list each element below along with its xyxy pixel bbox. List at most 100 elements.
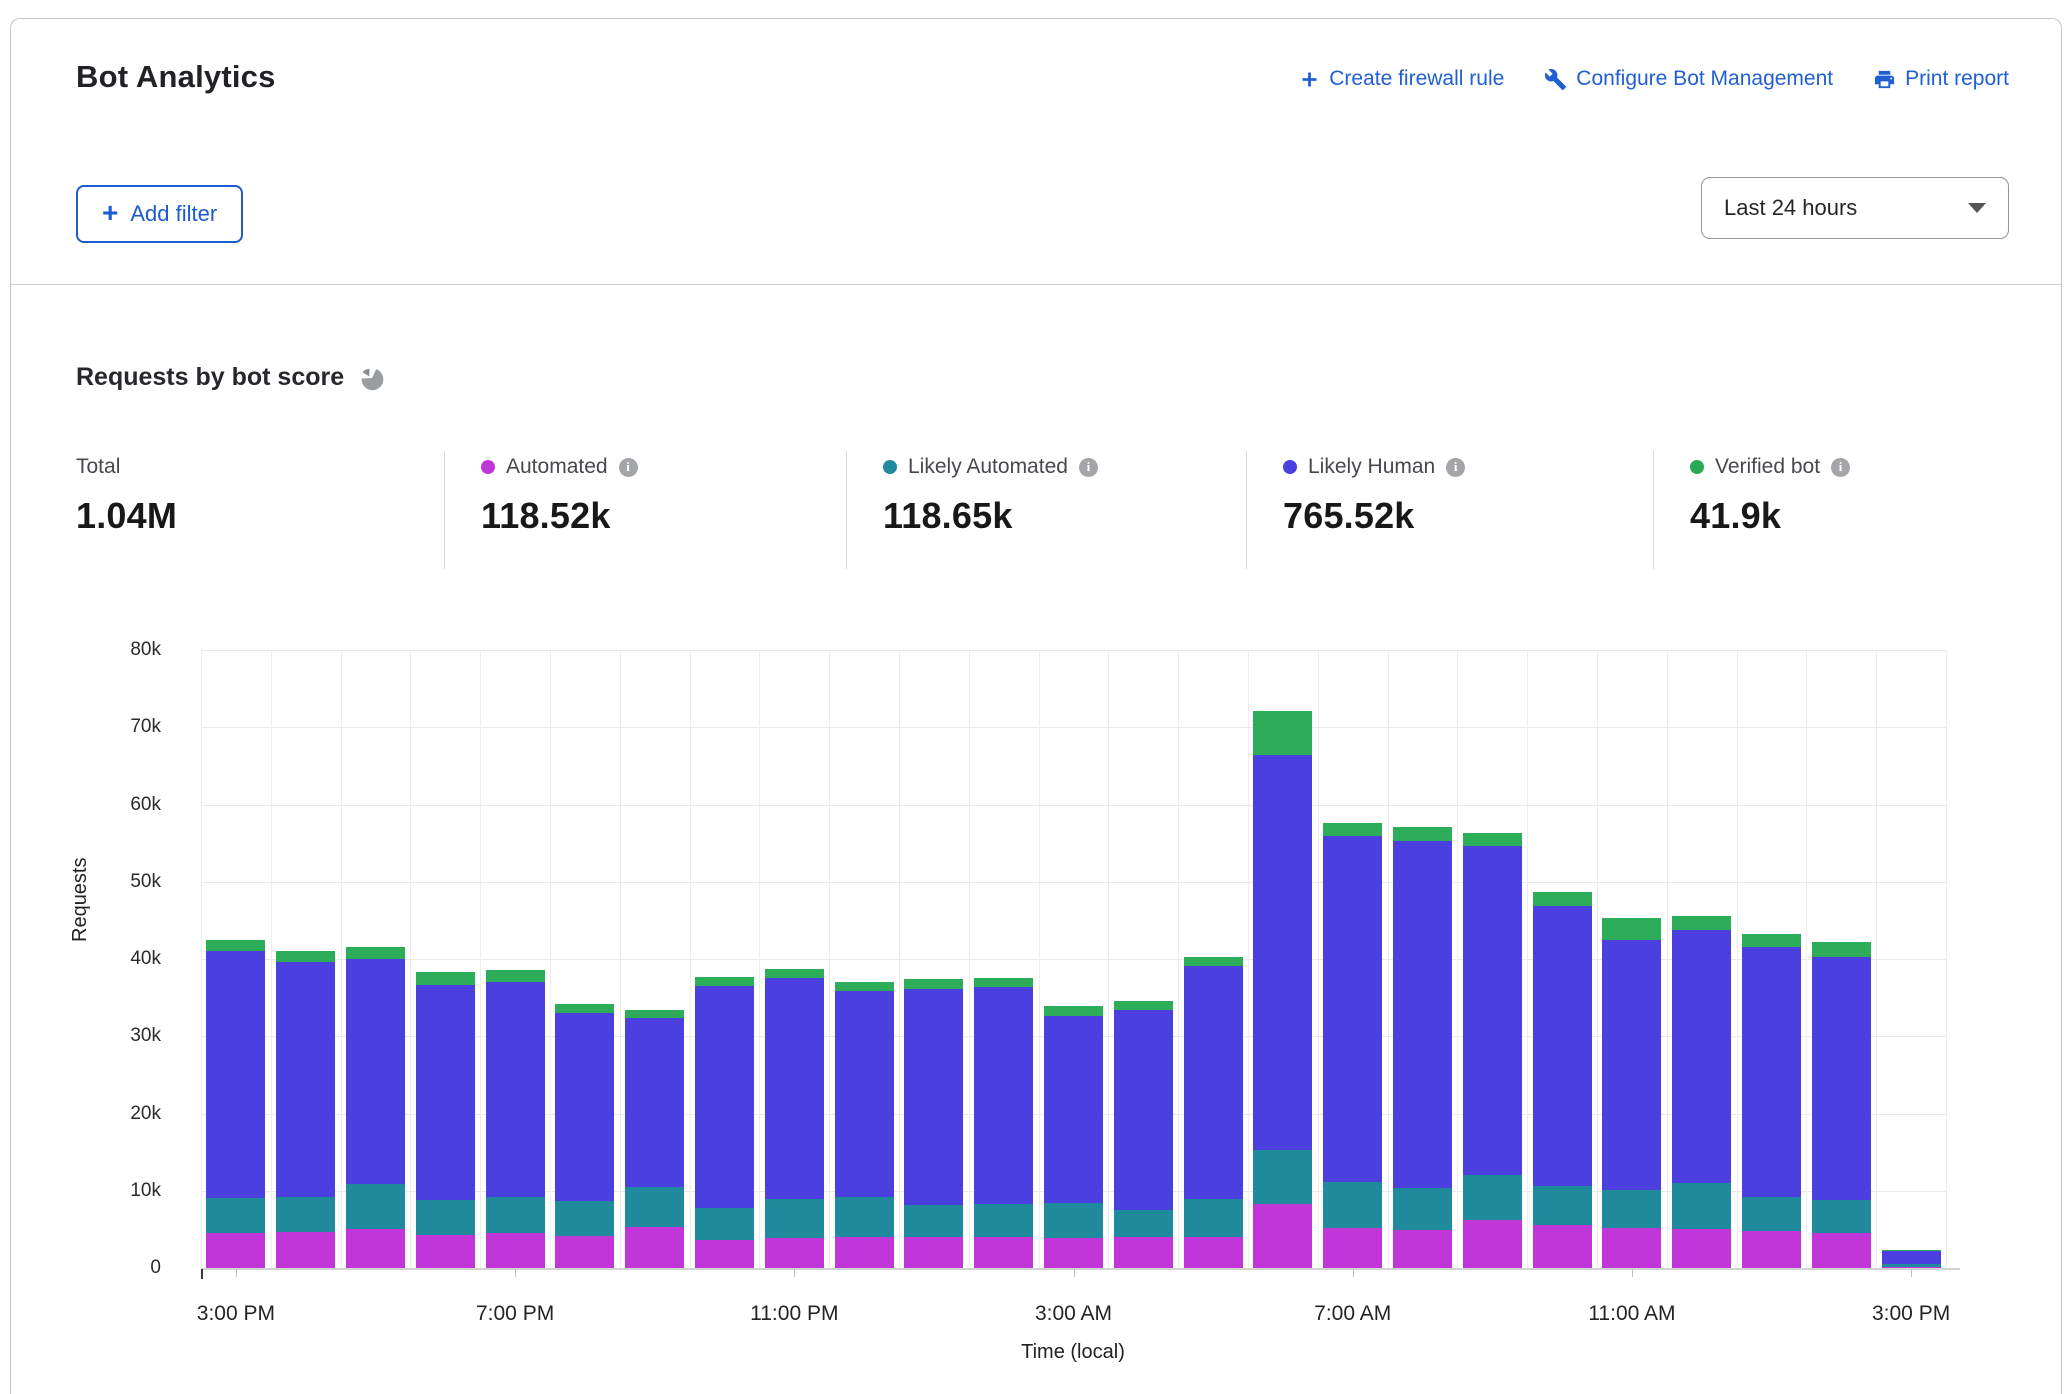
bar-segment-verified-bot	[1253, 711, 1312, 756]
x-tick-label: 3:00 AM	[1035, 1302, 1112, 1326]
stacked-bar[interactable]	[1812, 942, 1871, 1269]
stacked-bar[interactable]	[276, 951, 335, 1269]
x-tick-mark	[1632, 1269, 1633, 1277]
stacked-bar[interactable]	[486, 970, 545, 1269]
action-link-create-firewall-rule[interactable]: Create firewall rule	[1299, 67, 1504, 91]
chevron-down-icon	[1968, 203, 1986, 213]
stacked-bar[interactable]	[1114, 1001, 1173, 1269]
stacked-bar[interactable]	[974, 978, 1033, 1269]
stacked-bar[interactable]	[625, 1010, 684, 1269]
bar-segment-automated	[1323, 1228, 1382, 1269]
bar-segment-likely-human	[625, 1018, 684, 1187]
x-tick-label: 7:00 AM	[1314, 1302, 1391, 1326]
stat-value: 1.04M	[76, 495, 444, 537]
x-tick-mark	[1074, 1269, 1075, 1277]
bar-segment-likely-automated	[1253, 1150, 1312, 1204]
stat-label: Total	[76, 455, 120, 479]
bar-segment-automated	[1533, 1225, 1592, 1269]
bar-slot-2-00-pm	[1806, 651, 1876, 1269]
y-tick-label: 30k	[91, 1025, 161, 1047]
bar-segment-verified-bot	[1114, 1001, 1173, 1010]
time-range-select[interactable]: Last 24 hours	[1701, 177, 2009, 239]
stacked-bar[interactable]	[1463, 833, 1522, 1269]
x-tick-mark	[794, 1269, 795, 1277]
stacked-bar[interactable]	[1742, 934, 1801, 1269]
bar-segment-verified-bot	[555, 1004, 614, 1012]
legend-dot-icon	[1283, 460, 1297, 474]
stat-automated: Automatedi118.52k	[444, 451, 846, 569]
bar-slot-7-00-am	[1318, 651, 1388, 1269]
chart-plot-area	[201, 651, 1946, 1269]
stacked-bar[interactable]	[1882, 1250, 1941, 1269]
stacked-bar[interactable]	[1393, 827, 1452, 1269]
bar-segment-likely-automated	[695, 1208, 754, 1240]
bar-slot-4-00-am	[1108, 651, 1178, 1269]
info-icon[interactable]: i	[1831, 458, 1850, 477]
stacked-bar[interactable]	[1184, 957, 1243, 1269]
x-axis-zero-tick	[201, 1269, 203, 1279]
stat-value: 118.52k	[481, 495, 846, 537]
stat-label: Likely Automated	[908, 455, 1068, 479]
stacked-bar[interactable]	[206, 940, 265, 1269]
stat-label-row: Likely Human i	[1283, 455, 1653, 479]
time-range-value: Last 24 hours	[1724, 195, 1857, 221]
bar-segment-automated	[974, 1237, 1033, 1269]
bar-segment-automated	[695, 1240, 754, 1269]
stacked-bar[interactable]	[1323, 823, 1382, 1269]
stacked-bar[interactable]	[1253, 711, 1312, 1269]
info-icon[interactable]: i	[619, 458, 638, 477]
bar-segment-verified-bot	[1184, 957, 1243, 966]
plus-icon	[1299, 69, 1320, 90]
bar-segment-likely-human	[695, 986, 754, 1208]
bar-slot-3-00-pm	[1876, 651, 1946, 1269]
bar-segment-automated	[1463, 1220, 1522, 1269]
stacked-bar[interactable]	[1044, 1006, 1103, 1269]
legend-dot-icon	[481, 460, 495, 474]
stacked-bar[interactable]	[555, 1004, 614, 1269]
bar-segment-likely-automated	[555, 1201, 614, 1236]
bar-segment-automated	[835, 1237, 894, 1269]
add-filter-button[interactable]: + Add filter	[76, 185, 243, 243]
stacked-bar[interactable]	[765, 969, 824, 1269]
stacked-bar[interactable]	[1533, 892, 1592, 1269]
stacked-bar[interactable]	[904, 979, 963, 1269]
info-icon[interactable]: i	[1079, 458, 1098, 477]
action-link-print-report[interactable]: Print report	[1873, 67, 2009, 91]
bar-segment-likely-automated	[206, 1198, 265, 1233]
bar-segment-likely-human	[1253, 755, 1312, 1150]
bar-segment-verified-bot	[904, 979, 963, 988]
action-link-configure-bot-management[interactable]: Configure Bot Management	[1544, 67, 1833, 91]
bar-segment-automated	[1044, 1238, 1103, 1269]
y-tick-label: 70k	[91, 716, 161, 738]
bar-segment-likely-automated	[1323, 1182, 1382, 1228]
bar-segment-likely-human	[555, 1013, 614, 1201]
stacked-bar[interactable]	[346, 947, 405, 1269]
bar-segment-likely-human	[1393, 841, 1452, 1188]
stacked-bar[interactable]	[1672, 916, 1731, 1269]
bar-segment-automated	[1184, 1237, 1243, 1269]
bar-segment-likely-automated	[1463, 1175, 1522, 1220]
stacked-bar[interactable]	[695, 977, 754, 1269]
stat-label: Likely Human	[1308, 455, 1435, 479]
bar-slot-12-00-am	[829, 651, 899, 1269]
bar-segment-likely-human	[206, 951, 265, 1198]
stacked-bar[interactable]	[1602, 918, 1661, 1269]
bar-segment-automated	[1742, 1231, 1801, 1269]
bar-segment-verified-bot	[276, 951, 335, 962]
stacked-bar[interactable]	[416, 972, 475, 1269]
bar-segment-verified-bot	[416, 972, 475, 984]
stacked-bar[interactable]	[835, 982, 894, 1269]
bar-segment-likely-automated	[1044, 1203, 1103, 1239]
add-filter-label: Add filter	[130, 201, 217, 227]
bar-segment-likely-automated	[1533, 1186, 1592, 1225]
bar-slot-11-00-am	[1597, 651, 1667, 1269]
bar-slot-8-00-am	[1388, 651, 1458, 1269]
info-icon[interactable]: i	[1446, 458, 1465, 477]
bar-segment-likely-human	[1323, 836, 1382, 1181]
bar-segment-automated	[276, 1232, 335, 1269]
y-tick-label: 0	[91, 1257, 161, 1279]
bar-segment-likely-automated	[625, 1187, 684, 1227]
pie-chart-icon	[358, 365, 384, 391]
stat-label: Verified bot	[1715, 455, 1820, 479]
bar-segment-likely-automated	[416, 1200, 475, 1235]
